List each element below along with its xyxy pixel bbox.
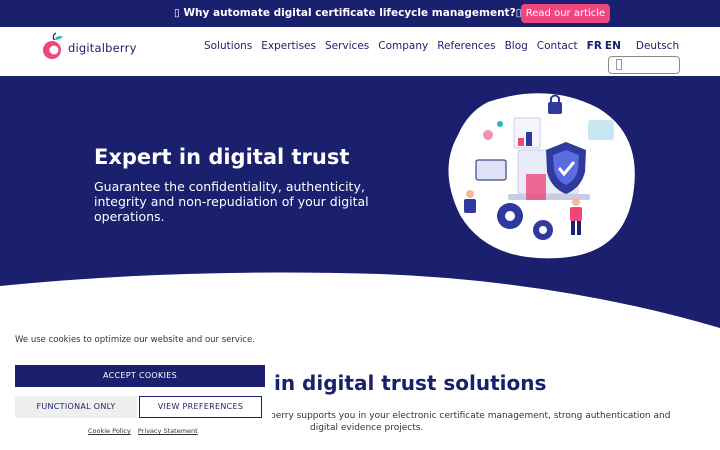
search-icon xyxy=(616,59,622,70)
logo[interactable]: digitalberry xyxy=(40,32,150,62)
main-nav: Solutions Expertises Services Company Re… xyxy=(204,40,688,52)
hero-section: Expert in digital trust Guarantee the co… xyxy=(0,76,720,336)
solutions-text-line1: berry supports you in your electronic ce… xyxy=(270,411,671,421)
cookie-banner: We use cookies to optimize our website a… xyxy=(0,324,272,450)
berry-logo-icon xyxy=(43,32,63,59)
announcement-message[interactable]: ▯ Why automate digital certificate lifec… xyxy=(174,7,521,19)
logo-text: digitalberry xyxy=(68,41,137,55)
nav-item-services[interactable]: Services xyxy=(325,40,369,52)
search-input[interactable] xyxy=(608,56,680,74)
functional-only-button[interactable]: FUNCTIONAL ONLY xyxy=(15,396,137,418)
privacy-statement-link[interactable]: Privacy Statement xyxy=(138,427,198,435)
page: ▯ Why automate digital certificate lifec… xyxy=(0,0,720,450)
nav-item-contact[interactable]: Contact xyxy=(537,40,578,52)
cookie-policy-link[interactable]: Cookie Policy xyxy=(88,427,131,435)
site-header: digitalberry Solutions Expertises Servic… xyxy=(0,27,720,76)
digital-trust-illustration xyxy=(448,93,635,259)
cookie-links: Cookie Policy Privacy Statement xyxy=(88,427,203,435)
nav-item-solutions[interactable]: Solutions xyxy=(204,40,252,52)
lang-de-link[interactable]: Deutsch xyxy=(636,40,679,52)
nav-item-blog[interactable]: Blog xyxy=(505,40,528,52)
announcement-bar: ▯ Why automate digital certificate lifec… xyxy=(0,0,720,27)
nav-item-references[interactable]: References xyxy=(437,40,495,52)
lang-fr-link[interactable]: FR xyxy=(587,40,602,52)
read-article-button[interactable]: Read our article xyxy=(521,4,610,23)
hero-subtitle: Guarantee the confidentiality, authentic… xyxy=(94,179,369,224)
solutions-text-line2: digital evidence projects. xyxy=(310,423,424,433)
lang-en-link[interactable]: EN xyxy=(605,40,621,52)
view-preferences-button[interactable]: VIEW PREFERENCES xyxy=(139,396,262,418)
nav-item-expertises[interactable]: Expertises xyxy=(261,40,316,52)
solutions-title: in digital trust solutions xyxy=(274,371,547,395)
accept-cookies-button[interactable]: ACCEPT COOKIES xyxy=(15,365,265,387)
nav-item-company[interactable]: Company xyxy=(378,40,428,52)
hero-title: Expert in digital trust xyxy=(94,145,350,169)
cookie-message: We use cookies to optimize our website a… xyxy=(15,335,255,345)
